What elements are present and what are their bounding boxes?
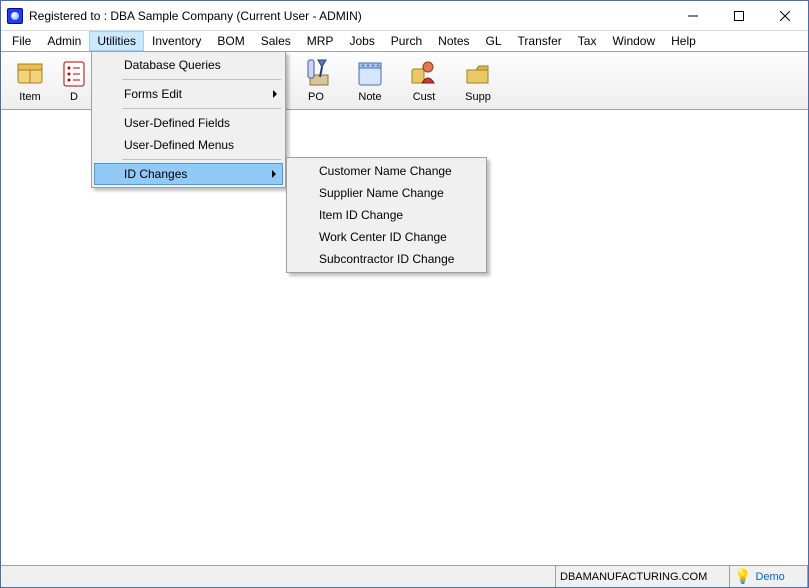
menu-notes[interactable]: Notes (430, 31, 477, 51)
window-controls (670, 1, 808, 30)
menu-tax[interactable]: Tax (570, 31, 605, 51)
dd-forms-edit[interactable]: Forms Edit (94, 83, 283, 105)
dd-label: Supplier Name Change (319, 186, 444, 200)
dd-subcontractor-id-change[interactable]: Subcontractor ID Change (289, 248, 484, 270)
menu-sales[interactable]: Sales (253, 31, 299, 51)
dd-label: Forms Edit (124, 87, 182, 101)
tool-item-label: Item (19, 91, 40, 103)
menu-file[interactable]: File (4, 31, 39, 51)
titlebar: Registered to : DBA Sample Company (Curr… (1, 1, 808, 31)
supp-icon (462, 57, 494, 89)
dd-label: User-Defined Menus (124, 138, 234, 152)
tool-po[interactable]: PO (289, 54, 343, 109)
dd-label: Customer Name Change (319, 164, 452, 178)
dd-separator (122, 159, 281, 160)
tool-item[interactable]: Item (3, 54, 57, 109)
menubar: File Admin Utilities Inventory BOM Sales… (1, 31, 808, 51)
tool-note-label: Note (358, 91, 381, 103)
dd-item-id-change[interactable]: Item ID Change (289, 204, 484, 226)
tool-obscured-1[interactable]: D (57, 54, 91, 109)
po-icon (300, 57, 332, 89)
dd-user-defined-fields[interactable]: User-Defined Fields (94, 112, 283, 134)
note-icon (354, 57, 386, 89)
status-demo-label: Demo (755, 571, 784, 583)
minimize-icon (688, 11, 698, 21)
maximize-button[interactable] (716, 1, 762, 30)
tool-supp[interactable]: Supp (451, 54, 505, 109)
dd-separator (122, 79, 281, 80)
dd-work-center-id-change[interactable]: Work Center ID Change (289, 226, 484, 248)
dd-supplier-name-change[interactable]: Supplier Name Change (289, 182, 484, 204)
dd-label: Subcontractor ID Change (319, 252, 454, 266)
dd-user-defined-menus[interactable]: User-Defined Menus (94, 134, 283, 156)
status-demo[interactable]: 💡 Demo (730, 566, 808, 587)
window-title: Registered to : DBA Sample Company (Curr… (29, 9, 670, 23)
dd-customer-name-change[interactable]: Customer Name Change (289, 160, 484, 182)
menu-window[interactable]: Window (604, 31, 663, 51)
tool-obscured-1-label: D (70, 91, 78, 103)
status-cell-empty (1, 566, 556, 587)
chevron-right-icon (273, 90, 277, 98)
menu-jobs[interactable]: Jobs (341, 31, 382, 51)
dd-label: Work Center ID Change (319, 230, 447, 244)
dd-label: Database Queries (124, 58, 221, 72)
tool-cust[interactable]: Cust (397, 54, 451, 109)
statusbar: DBAMANUFACTURING.COM 💡 Demo (1, 565, 808, 587)
dd-id-changes[interactable]: ID Changes (94, 163, 283, 185)
minimize-button[interactable] (670, 1, 716, 30)
dd-label: ID Changes (124, 167, 187, 181)
maximize-icon (734, 11, 744, 21)
chevron-right-icon (272, 170, 276, 178)
item-icon (14, 57, 46, 89)
menu-help[interactable]: Help (663, 31, 704, 51)
list-icon (58, 57, 90, 89)
menu-purch[interactable]: Purch (383, 31, 430, 51)
menu-mrp[interactable]: MRP (299, 31, 342, 51)
dd-label: User-Defined Fields (124, 116, 230, 130)
dropdown-utilities: Database Queries Forms Edit User-Defined… (91, 51, 286, 188)
close-icon (780, 11, 790, 21)
status-url: DBAMANUFACTURING.COM (556, 566, 730, 587)
dd-separator (122, 108, 281, 109)
menu-admin[interactable]: Admin (39, 31, 89, 51)
tool-cust-label: Cust (413, 91, 436, 103)
menu-utilities[interactable]: Utilities (89, 31, 144, 51)
tool-supp-label: Supp (465, 91, 491, 103)
menu-inventory[interactable]: Inventory (144, 31, 209, 51)
tool-note[interactable]: Note (343, 54, 397, 109)
bulb-icon: 💡 (734, 568, 751, 585)
menu-transfer[interactable]: Transfer (510, 31, 570, 51)
menu-bom[interactable]: BOM (209, 31, 252, 51)
menu-gl[interactable]: GL (478, 31, 510, 51)
close-button[interactable] (762, 1, 808, 30)
dropdown-id-changes: Customer Name Change Supplier Name Chang… (286, 157, 487, 273)
app-icon (7, 8, 23, 24)
dd-database-queries[interactable]: Database Queries (94, 54, 283, 76)
tool-po-label: PO (308, 91, 324, 103)
cust-icon (408, 57, 440, 89)
main-window: Registered to : DBA Sample Company (Curr… (0, 0, 809, 588)
dd-label: Item ID Change (319, 208, 403, 222)
